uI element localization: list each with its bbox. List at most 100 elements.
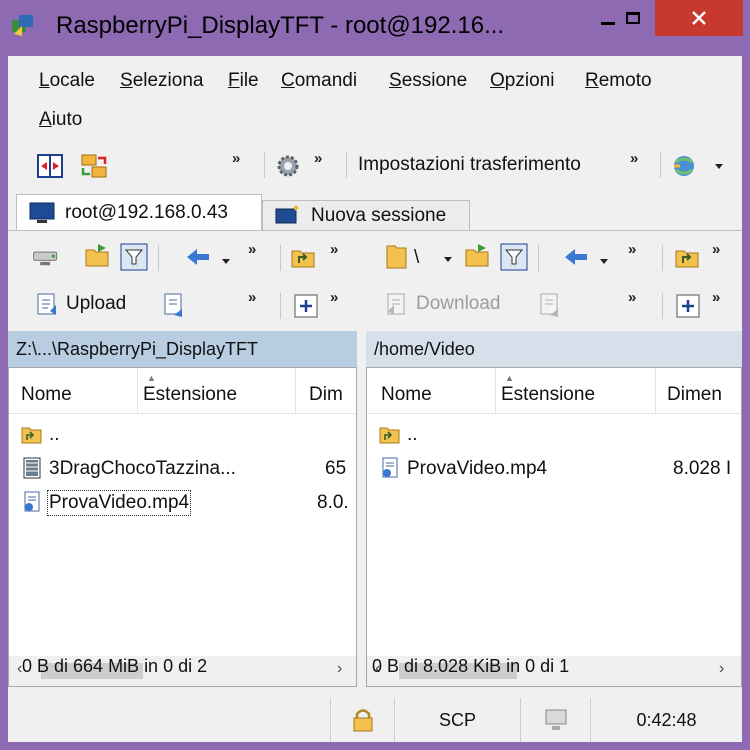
compare-directories-icon[interactable] <box>36 152 64 180</box>
menu-opzioni[interactable]: Opzioni <box>490 70 554 92</box>
table-row[interactable]: .. <box>9 418 356 450</box>
local-col-divider-2[interactable] <box>295 368 296 414</box>
toolbar-separator-2 <box>346 152 347 178</box>
remote-nav-toolbar: \ » » <box>366 237 742 277</box>
panel-splitter[interactable] <box>357 231 366 687</box>
remote-toolbar-separator-2 <box>662 245 663 271</box>
menu-file[interactable]: File <box>228 70 259 92</box>
scroll-right-icon[interactable]: › <box>337 660 342 678</box>
local-file-list[interactable]: Nome ▲ Estensione Dim .. 3DragChocoTazzi… <box>8 367 357 687</box>
gear-icon[interactable] <box>274 152 302 180</box>
file-name: 3DragChocoTazzina... <box>49 458 236 479</box>
protocol-status: SCP <box>394 698 520 742</box>
remote-action-overflow-chevron[interactable]: » <box>628 289 637 306</box>
remote-col-extension[interactable]: Estensione <box>501 384 595 406</box>
local-path-bar[interactable]: Z:\...\RaspberryPi_DisplayTFT <box>8 331 357 367</box>
table-row[interactable]: .. <box>367 418 741 450</box>
local-col-name[interactable]: Nome <box>21 384 72 406</box>
session-tabs: root@192.168.0.43 Nuova sessione <box>8 192 742 231</box>
drive-icon[interactable] <box>32 243 60 271</box>
connection-status[interactable] <box>520 698 590 742</box>
filter-icon[interactable] <box>500 243 528 271</box>
local-toolbar-separator-2 <box>280 245 281 271</box>
remote-col-divider-2[interactable] <box>655 368 656 414</box>
remote-nav-overflow-chevron[interactable]: » <box>628 241 637 258</box>
menu-remoto[interactable]: Remoto <box>585 70 652 92</box>
menu-sessione[interactable]: Sessione <box>389 70 467 92</box>
synchronize-icon[interactable] <box>80 152 108 180</box>
local-nav-overflow-chevron-2[interactable]: » <box>330 241 339 258</box>
directory-chevron-down-icon[interactable] <box>444 257 452 262</box>
scroll-right-icon[interactable]: › <box>719 660 724 678</box>
menu-bar: Locale Seleziona File Comandi Sessione O… <box>8 62 742 142</box>
local-toolbar-separator <box>158 245 159 271</box>
file-name: ProvaVideo.mp4 <box>407 458 548 479</box>
local-col-divider[interactable] <box>137 368 138 414</box>
file-name-selected: ProvaVideo.mp4 <box>46 490 192 516</box>
upload-button[interactable]: Upload <box>34 291 126 317</box>
toolbar-overflow-chevron-2[interactable]: » <box>314 150 323 167</box>
local-action-overflow-chevron[interactable]: » <box>248 289 257 306</box>
remote-path-bar[interactable]: /home/Video <box>366 331 742 367</box>
file-size: 65 <box>325 458 347 479</box>
upload-options-icon[interactable] <box>160 291 188 319</box>
encryption-status[interactable] <box>330 698 394 742</box>
download-options-icon[interactable] <box>536 291 564 319</box>
toolbar-separator <box>264 152 265 178</box>
local-nav-overflow-chevron[interactable]: » <box>248 241 257 258</box>
local-action-overflow-chevron-2[interactable]: » <box>330 289 339 306</box>
toolbar-overflow-chevron-3[interactable]: » <box>630 150 639 167</box>
chevron-down-icon[interactable] <box>715 164 723 169</box>
app-window: RaspberryPi_DisplayTFT - root@192.16... … <box>0 0 750 750</box>
back-arrow-icon[interactable] <box>562 243 590 271</box>
file-size: 8.0. <box>317 492 349 513</box>
globe-sync-icon[interactable] <box>670 152 698 180</box>
transfer-settings-button[interactable]: Impostazioni trasferimento <box>358 154 581 176</box>
main-toolbar: » » Impostazioni trasferimento » <box>8 146 742 186</box>
parent-directory-icon[interactable] <box>290 243 318 271</box>
table-row[interactable]: ProvaVideo.mp4 8.028 I <box>367 452 741 484</box>
toolbar-separator-3 <box>660 152 661 178</box>
network-computer-icon <box>545 709 566 730</box>
remote-col-divider[interactable] <box>495 368 496 414</box>
remote-nav-overflow-chevron-2[interactable]: » <box>712 241 721 258</box>
local-col-size[interactable]: Dim <box>309 384 343 406</box>
menu-locale[interactable]: Locale <box>39 70 95 92</box>
tab-new-session[interactable]: Nuova sessione <box>262 200 470 230</box>
open-folder-icon[interactable] <box>464 242 492 270</box>
remote-panel: \ » » Download » » /home/Video Nome ▲ Es… <box>366 231 742 687</box>
remote-file-list[interactable]: Nome ▲ Estensione Dimen .. ProvaVideo.mp… <box>366 367 742 687</box>
download-button[interactable]: Download <box>384 291 501 317</box>
remote-action-overflow-chevron-2[interactable]: » <box>712 289 721 306</box>
new-item-plus-icon[interactable] <box>674 292 702 320</box>
upload-icon <box>37 293 56 315</box>
filter-icon[interactable] <box>120 243 148 271</box>
maximize-button[interactable] <box>609 0 657 36</box>
menu-comandi[interactable]: Comandi <box>281 70 357 92</box>
status-bar: SCP 0:42:48 <box>8 698 742 742</box>
back-arrow-icon[interactable] <box>184 243 212 271</box>
download-label: Download <box>416 293 501 314</box>
local-col-extension[interactable]: Estensione <box>143 384 237 406</box>
menu-aiuto[interactable]: Aiuto <box>39 109 82 131</box>
back-history-chevron-down-icon[interactable] <box>222 259 230 264</box>
parent-directory-icon[interactable] <box>674 243 702 271</box>
table-row[interactable]: 3DragChocoTazzina... 65 <box>9 452 356 484</box>
folder-icon[interactable] <box>384 242 412 270</box>
back-history-chevron-down-icon[interactable] <box>600 259 608 264</box>
remote-col-size[interactable]: Dimen <box>667 384 722 406</box>
title-bar[interactable]: RaspberryPi_DisplayTFT - root@192.16... <box>0 0 750 56</box>
remote-col-name[interactable]: Nome <box>381 384 432 406</box>
close-button[interactable] <box>655 0 743 36</box>
winscp-app-icon[interactable] <box>10 12 36 38</box>
open-folder-icon[interactable] <box>84 242 112 270</box>
table-row[interactable]: ProvaVideo.mp4 8.0. <box>9 486 356 518</box>
new-item-plus-icon[interactable] <box>292 292 320 320</box>
menu-seleziona[interactable]: Seleziona <box>120 70 203 92</box>
local-action-toolbar: Upload » » <box>8 285 357 325</box>
tab-root-session[interactable]: root@192.168.0.43 <box>16 194 262 231</box>
file-size: 8.028 I <box>673 458 732 479</box>
remote-directory-dropdown[interactable]: \ <box>414 247 419 269</box>
close-icon <box>692 11 706 25</box>
toolbar-overflow-chevron[interactable]: » <box>232 150 241 167</box>
